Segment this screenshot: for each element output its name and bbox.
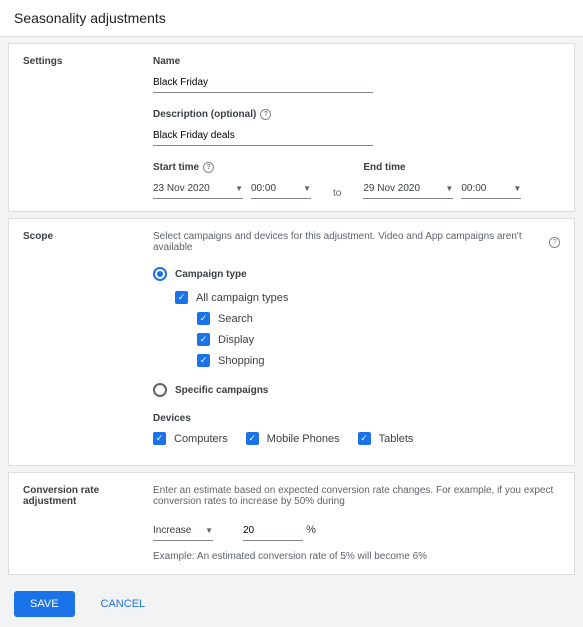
campaign-type-radio[interactable]: Campaign type [153,267,560,281]
start-time-label: Start time [153,162,199,173]
end-time-label: End time [363,162,521,173]
checkbox-checked-icon: ✓ [246,432,259,445]
chevron-down-icon: ▼ [303,184,311,193]
checkbox-checked-icon: ✓ [175,291,188,304]
scope-card: Scope Select campaigns and devices for t… [8,218,575,466]
settings-section-label: Settings [23,56,153,199]
percent-suffix: % [306,524,316,536]
chevron-down-icon: ▼ [205,526,213,535]
name-label: Name [153,56,560,67]
example-text: Example: An estimated conversion rate of… [153,551,560,562]
start-date-select[interactable]: 23 Nov 2020 ▼ [153,179,243,199]
checkbox-checked-icon: ✓ [197,354,210,367]
direction-select[interactable]: Increase ▼ [153,521,213,541]
help-icon[interactable]: ? [203,162,214,173]
save-button[interactable]: SAVE [14,591,75,617]
chevron-down-icon: ▼ [235,184,243,193]
description-input[interactable] [153,126,373,146]
specific-campaigns-radio[interactable]: Specific campaigns [153,383,560,397]
page-title: Seasonality adjustments [0,0,583,37]
search-label: Search [218,313,253,325]
shopping-label: Shopping [218,355,265,367]
tablets-label: Tablets [379,433,414,445]
radio-checked-icon [153,267,167,281]
percentage-input[interactable] [243,521,303,541]
search-checkbox[interactable]: ✓ Search [197,312,560,325]
end-date-select[interactable]: 29 Nov 2020 ▼ [363,179,453,199]
computers-checkbox[interactable]: ✓ Computers [153,432,228,445]
description-label: Description (optional) [153,109,256,120]
chevron-down-icon: ▼ [513,184,521,193]
cancel-button[interactable]: CANCEL [85,591,162,617]
campaign-type-label: Campaign type [175,269,247,280]
adjustment-description: Enter an estimate based on expected conv… [153,485,560,507]
end-time-select[interactable]: 00:00 ▼ [461,179,521,199]
start-time-select[interactable]: 00:00 ▼ [251,179,311,199]
chevron-down-icon: ▼ [445,184,453,193]
mobile-checkbox[interactable]: ✓ Mobile Phones [246,432,340,445]
all-types-label: All campaign types [196,292,288,304]
checkbox-checked-icon: ✓ [197,333,210,346]
specific-campaigns-label: Specific campaigns [175,385,268,396]
help-icon[interactable]: ? [260,109,271,120]
radio-unchecked-icon [153,383,167,397]
action-bar: SAVE CANCEL [0,581,583,627]
tablets-checkbox[interactable]: ✓ Tablets [358,432,414,445]
adjustment-section-label: Conversion rate adjustment [23,485,153,562]
checkbox-checked-icon: ✓ [153,432,166,445]
name-input[interactable] [153,73,373,93]
checkbox-checked-icon: ✓ [358,432,371,445]
all-campaign-types-checkbox[interactable]: ✓ All campaign types [175,291,560,304]
scope-description: Select campaigns and devices for this ad… [153,231,545,253]
display-label: Display [218,334,254,346]
adjustment-card: Conversion rate adjustment Enter an esti… [8,472,575,575]
settings-card: Settings Name Description (optional) ? S… [8,43,575,212]
computers-label: Computers [174,433,228,445]
display-checkbox[interactable]: ✓ Display [197,333,560,346]
to-label: to [329,188,345,199]
help-icon[interactable]: ? [549,237,560,248]
checkbox-checked-icon: ✓ [197,312,210,325]
scope-section-label: Scope [23,231,153,453]
mobile-label: Mobile Phones [267,433,340,445]
shopping-checkbox[interactable]: ✓ Shopping [197,354,560,367]
devices-label: Devices [153,413,560,424]
